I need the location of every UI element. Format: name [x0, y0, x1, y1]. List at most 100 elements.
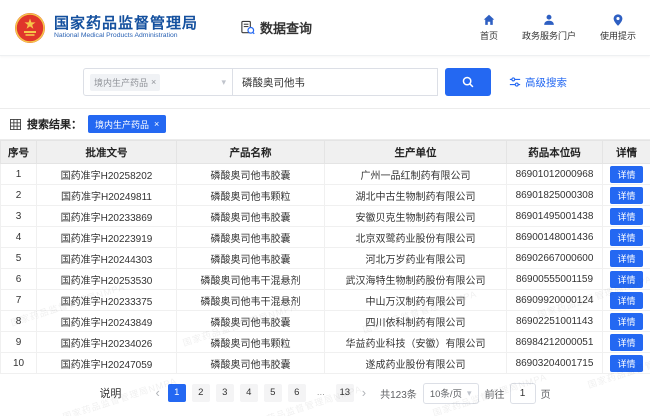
app-title: 数据查询	[240, 18, 312, 37]
cell-detail: 详情	[603, 164, 650, 185]
pagination-bar: 说明 ‹ 1 2 3 4 5 6 ... 13 › 共123条 10条/页 ▾ …	[0, 374, 650, 412]
more-pages-icon[interactable]: ...	[312, 384, 330, 402]
cell-approval: 国药准字H20223919	[37, 227, 177, 248]
table-row: 4 国药准字H20223919 磷酸奥司他韦胶囊 北京双鹭药业股份有限公司 86…	[1, 227, 650, 248]
goto-suffix: 页	[541, 386, 551, 401]
cell-manufacturer: 广州一品红制药有限公司	[325, 164, 507, 185]
category-select[interactable]: 境内生产药品 × ▾	[83, 68, 233, 96]
nav-item-home[interactable]: 首页	[480, 13, 498, 42]
goto-page-input[interactable]	[510, 383, 536, 404]
detail-button[interactable]: 详情	[610, 313, 642, 330]
results-bar: 搜索结果： 境内生产药品 ×	[0, 108, 650, 140]
filter-tag-close-icon[interactable]: ×	[154, 119, 159, 129]
sliders-icon	[509, 76, 521, 88]
detail-button[interactable]: 详情	[610, 271, 642, 288]
nav-item-tips[interactable]: 使用提示	[600, 13, 636, 42]
page-button-2[interactable]: 2	[192, 384, 210, 402]
cell-product: 磷酸奥司他韦颗粒	[177, 332, 325, 353]
table-row: 10 国药准字H20247059 磷酸奥司他韦胶囊 遂成药业股份有限公司 869…	[1, 353, 650, 374]
col-header-product: 产品名称	[177, 141, 325, 164]
cell-code: 86901495001438	[507, 206, 603, 227]
cell-approval: 国药准字H20243849	[37, 311, 177, 332]
cell-no: 2	[1, 185, 37, 206]
cell-code: 86900555001159	[507, 269, 603, 290]
filter-tag-label: 境内生产药品	[95, 118, 149, 131]
col-header-code: 药品本位码	[507, 141, 603, 164]
cell-code: 86909920000124	[507, 290, 603, 311]
org-title-block: 国家药品监督管理局 National Medical Products Admi…	[54, 15, 198, 40]
page-button-1[interactable]: 1	[168, 384, 186, 402]
search-section: 境内生产药品 × ▾ 高级搜索	[0, 56, 650, 108]
advanced-search-link[interactable]: 高级搜索	[509, 75, 567, 90]
nav-item-portal[interactable]: 政务服务门户	[522, 13, 576, 42]
cell-manufacturer: 安徽贝克生物制药有限公司	[325, 206, 507, 227]
table-row: 6 国药准字H20253530 磷酸奥司他韦干混悬剂 武汉海特生物制药股份有限公…	[1, 269, 650, 290]
nav-item-label: 使用提示	[600, 29, 636, 42]
user-icon	[542, 13, 556, 27]
cell-no: 4	[1, 227, 37, 248]
total-count: 共123条	[380, 386, 417, 401]
results-label: 搜索结果：	[27, 116, 82, 132]
page-button-3[interactable]: 3	[216, 384, 234, 402]
table-row: 5 国药准字H20244303 磷酸奥司他韦胶囊 河北万岁药业有限公司 8690…	[1, 248, 650, 269]
advanced-search-label: 高级搜索	[525, 75, 567, 90]
location-pin-icon	[611, 13, 625, 27]
detail-button[interactable]: 详情	[610, 355, 642, 372]
cell-product: 磷酸奥司他韦胶囊	[177, 206, 325, 227]
prev-page-icon[interactable]: ‹	[153, 384, 161, 402]
detail-button[interactable]: 详情	[610, 229, 642, 246]
detail-button[interactable]: 详情	[610, 208, 642, 225]
col-header-no: 序号	[1, 141, 37, 164]
note-link[interactable]: 说明	[99, 385, 121, 401]
nav-item-label: 政务服务门户	[522, 29, 576, 42]
search-input[interactable]	[233, 68, 438, 96]
cell-approval: 国药准字H20234026	[37, 332, 177, 353]
detail-button[interactable]: 详情	[610, 292, 642, 309]
cell-approval: 国药准字H20247059	[37, 353, 177, 374]
app-title-label: 数据查询	[260, 18, 312, 37]
filter-tag: 境内生产药品 ×	[88, 115, 166, 133]
cell-detail: 详情	[603, 185, 650, 206]
cell-approval: 国药准字H20249811	[37, 185, 177, 206]
next-page-icon[interactable]: ›	[360, 384, 368, 402]
detail-button[interactable]: 详情	[610, 166, 642, 183]
cell-no: 3	[1, 206, 37, 227]
page-size-select[interactable]: 10条/页 ▾	[423, 383, 479, 404]
page-button-5[interactable]: 5	[264, 384, 282, 402]
cell-product: 磷酸奥司他韦胶囊	[177, 248, 325, 269]
page-button-13[interactable]: 13	[336, 384, 354, 402]
cell-detail: 详情	[603, 311, 650, 332]
page-button-4[interactable]: 4	[240, 384, 258, 402]
col-header-approval: 批准文号	[37, 141, 177, 164]
goto-page: 前往 页	[485, 383, 551, 404]
table-row: 9 国药准字H20234026 磷酸奥司他韦颗粒 华益药业科技（安徽）有限公司 …	[1, 332, 650, 353]
cell-code: 86901012000968	[507, 164, 603, 185]
chevron-down-icon: ▾	[221, 77, 226, 88]
page-size-value: 10条/页	[430, 386, 462, 400]
cell-detail: 详情	[603, 269, 650, 290]
detail-button[interactable]: 详情	[610, 250, 642, 267]
home-icon	[482, 13, 496, 27]
cell-product: 磷酸奥司他韦胶囊	[177, 353, 325, 374]
cell-code: 86901825000308	[507, 185, 603, 206]
cell-approval: 国药准字H20244303	[37, 248, 177, 269]
cell-no: 10	[1, 353, 37, 374]
cell-approval: 国药准字H20233869	[37, 206, 177, 227]
cell-product: 磷酸奥司他韦胶囊	[177, 164, 325, 185]
data-query-page: 国家药品监督管理局 National Medical Products Admi…	[0, 0, 650, 416]
table-row: 1 国药准字H20258202 磷酸奥司他韦胶囊 广州一品红制药有限公司 869…	[1, 164, 650, 185]
detail-button[interactable]: 详情	[610, 187, 642, 204]
col-header-detail: 详情	[603, 141, 650, 164]
category-tag-close-icon[interactable]: ×	[151, 77, 156, 87]
page-button-6[interactable]: 6	[288, 384, 306, 402]
detail-button[interactable]: 详情	[610, 334, 642, 351]
cell-code: 86984212000051	[507, 332, 603, 353]
cell-approval: 国药准字H20233375	[37, 290, 177, 311]
national-emblem-logo	[14, 12, 46, 44]
goto-prefix: 前往	[485, 386, 505, 401]
cell-manufacturer: 武汉海特生物制药股份有限公司	[325, 269, 507, 290]
header: 国家药品监督管理局 National Medical Products Admi…	[0, 0, 650, 56]
table-row: 3 国药准字H20233869 磷酸奥司他韦胶囊 安徽贝克生物制药有限公司 86…	[1, 206, 650, 227]
search-button[interactable]	[445, 68, 491, 96]
cell-manufacturer: 中山万汉制药有限公司	[325, 290, 507, 311]
